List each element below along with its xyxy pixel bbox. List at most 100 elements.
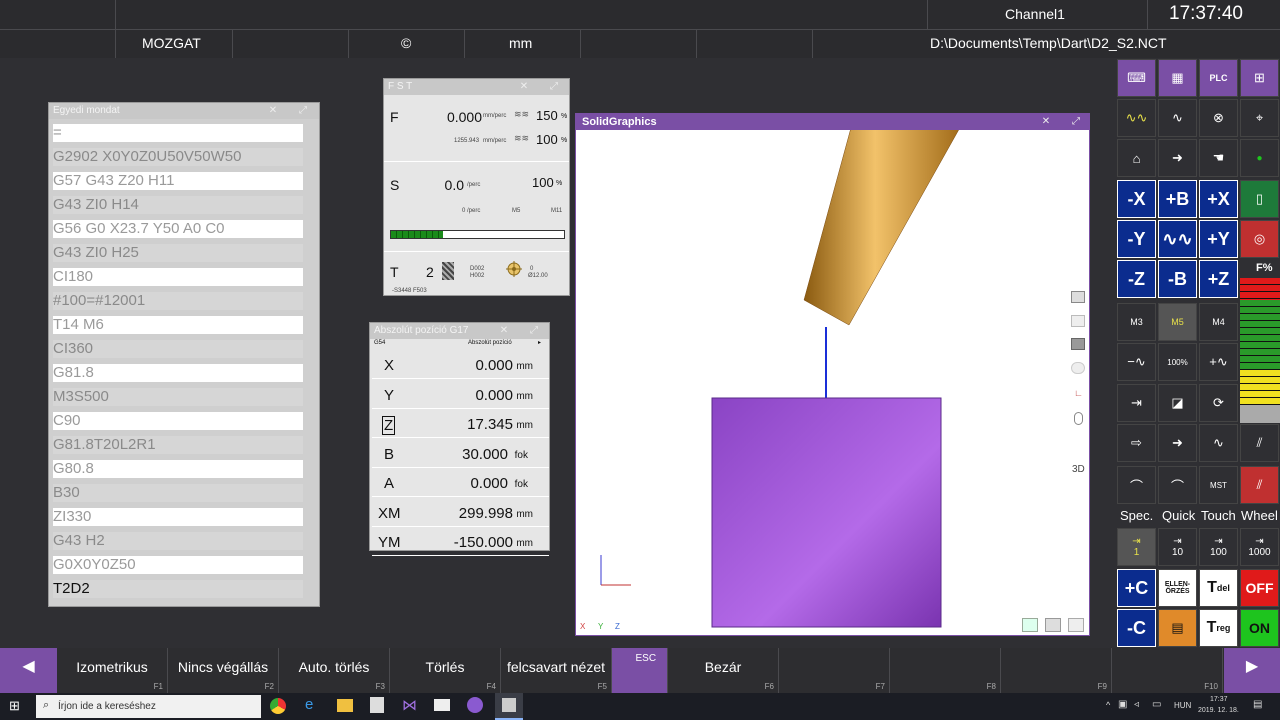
- axes-icon[interactable]: ∟: [1074, 388, 1083, 398]
- power-icon[interactable]: ▭: [1152, 699, 1161, 710]
- nc-program-line[interactable]: =: [53, 124, 303, 142]
- nc-program-line[interactable]: B30: [53, 484, 303, 502]
- step-10-button[interactable]: ⇥ 10: [1158, 528, 1197, 566]
- nc-program-line[interactable]: #100=#12001: [53, 292, 303, 310]
- store-icon[interactable]: [370, 697, 384, 713]
- eraser-icon[interactable]: [1022, 618, 1038, 632]
- expand-icon[interactable]: ⤢: [520, 323, 548, 339]
- single-block-icon[interactable]: ⇥: [1117, 384, 1156, 422]
- jog-x-minus-button[interactable]: -X: [1117, 180, 1156, 218]
- off-button[interactable]: OFF: [1240, 569, 1279, 607]
- quick-icon[interactable]: ⌒: [1158, 466, 1197, 504]
- ellenorzes-button[interactable]: ELLEN-ŐRZÉS: [1158, 569, 1197, 607]
- nc-program-line[interactable]: G2902 X0Y0Z0U50V50W50: [53, 148, 303, 166]
- nc-program-line[interactable]: CI180: [53, 268, 303, 286]
- taskbar-clock[interactable]: 17:37: [1210, 696, 1228, 703]
- softkey-empty[interactable]: F9: [1001, 648, 1112, 693]
- view-3d-label[interactable]: 3D: [1072, 464, 1085, 475]
- c-minus-button[interactable]: -C: [1117, 609, 1156, 647]
- taskbar-date[interactable]: 2019. 12. 18.: [1198, 707, 1239, 714]
- hatch-icon[interactable]: ⫽: [1240, 424, 1279, 462]
- hand-icon[interactable]: ☚: [1199, 139, 1238, 177]
- crosshair-icon[interactable]: ⌖: [1240, 99, 1279, 137]
- nc-program-line[interactable]: G57 G43 Z20 H11: [53, 172, 303, 190]
- wheel-hatch-icon[interactable]: ⫽: [1240, 466, 1279, 504]
- calculator-icon[interactable]: ▦: [1158, 59, 1197, 97]
- prev-page-button[interactable]: ◀: [0, 648, 57, 693]
- search-input[interactable]: Írjon ide a kereséshez: [36, 695, 261, 718]
- eraser-icon[interactable]: [1045, 618, 1061, 632]
- nc-program-line[interactable]: G43 ZI0 H25: [53, 244, 303, 262]
- shade-icon[interactable]: [1071, 315, 1085, 327]
- softkey-empty[interactable]: F7: [779, 648, 890, 693]
- jog-z-plus-button[interactable]: +Z: [1199, 260, 1238, 298]
- grid-icon[interactable]: ⊞: [1240, 59, 1279, 97]
- step-100-button[interactable]: ⇥ 100: [1199, 528, 1238, 566]
- visual-studio-icon[interactable]: ⋈: [402, 696, 417, 714]
- nc-program-line[interactable]: M3S500: [53, 388, 303, 406]
- view-icon[interactable]: [1071, 291, 1085, 303]
- next-page-button[interactable]: ▶: [1224, 648, 1280, 693]
- language-indicator[interactable]: HUN: [1174, 701, 1191, 710]
- softkey-empty[interactable]: F8: [890, 648, 1001, 693]
- spec-icon[interactable]: ⌒: [1117, 466, 1156, 504]
- jog-z-minus-button[interactable]: -Z: [1117, 260, 1156, 298]
- wave-icon[interactable]: ∿: [1199, 424, 1238, 462]
- arrow-right-icon[interactable]: ▸: [538, 339, 541, 346]
- arrow-right-icon[interactable]: ➜: [1158, 139, 1197, 177]
- jog-y-plus-button[interactable]: +Y: [1199, 220, 1238, 258]
- nc-program-line[interactable]: G80.8: [53, 460, 303, 478]
- expand-icon[interactable]: ⤢: [540, 79, 568, 95]
- skip-icon[interactable]: ⇨: [1117, 424, 1156, 462]
- tray-chevron-icon[interactable]: ^: [1106, 700, 1110, 710]
- m5-button[interactable]: M5: [1158, 303, 1197, 341]
- edge-icon[interactable]: e: [305, 696, 313, 713]
- chrome-icon[interactable]: [270, 698, 286, 714]
- step-1000-button[interactable]: ⇥ 1000: [1240, 528, 1279, 566]
- volume-icon[interactable]: ◃: [1134, 699, 1139, 710]
- c-plus-button[interactable]: +C: [1117, 569, 1156, 607]
- mail-icon[interactable]: [434, 699, 450, 711]
- cycle-start-icon[interactable]: ▯: [1240, 180, 1279, 218]
- app-icon[interactable]: [467, 697, 483, 713]
- override-100-button[interactable]: 100%: [1158, 343, 1197, 381]
- jog-rapid-button[interactable]: ∿∿: [1158, 220, 1197, 258]
- wave-icon[interactable]: ∿∿: [1117, 99, 1156, 137]
- expand-icon[interactable]: ⤢: [289, 103, 317, 119]
- dry-run-icon[interactable]: ◪: [1158, 384, 1197, 422]
- notification-icon[interactable]: ▤: [1253, 699, 1262, 710]
- network-icon[interactable]: ▣: [1118, 699, 1127, 710]
- jog-x-plus-button[interactable]: +X: [1199, 180, 1238, 218]
- mouse-icon[interactable]: [1074, 412, 1083, 425]
- optional-stop-icon[interactable]: ⟳: [1199, 384, 1238, 422]
- close-icon[interactable]: ✕: [1032, 114, 1060, 130]
- nc-program-line[interactable]: G81.8T20L2R1: [53, 436, 303, 454]
- nc-program-line[interactable]: C90: [53, 412, 303, 430]
- stamp-icon[interactable]: [1071, 362, 1085, 374]
- folder-icon[interactable]: [337, 699, 353, 712]
- override-plus-icon[interactable]: +∿: [1199, 343, 1238, 381]
- nc-program-line[interactable]: G0X0Y0Z50: [53, 556, 303, 574]
- jog-b-minus-button[interactable]: -B: [1158, 260, 1197, 298]
- t-reg-button[interactable]: Treg: [1199, 609, 1238, 647]
- softkey-bez-r[interactable]: Bezár F6: [668, 648, 779, 693]
- expand-icon[interactable]: ⤢: [1062, 114, 1090, 130]
- softkey-nincs-v-g-ll-s[interactable]: Nincs végállás F2: [168, 648, 279, 693]
- windows-start-icon[interactable]: ⊞: [9, 699, 23, 713]
- nc-program-line[interactable]: G43 ZI0 H14: [53, 196, 303, 214]
- nc-program-line[interactable]: CI360: [53, 340, 303, 358]
- wave-step-icon[interactable]: ∿: [1158, 99, 1197, 137]
- nc-program-line[interactable]: T2D2: [53, 580, 303, 598]
- mst-icon[interactable]: MST: [1199, 466, 1238, 504]
- nc-program-line[interactable]: G43 H2: [53, 532, 303, 550]
- position-mode[interactable]: Abszolút pozíció: [468, 340, 512, 346]
- graphics-viewport[interactable]: [576, 130, 1089, 635]
- softkey-t-rl-s[interactable]: Törlés F4: [390, 648, 501, 693]
- keyboard-icon[interactable]: ⌨: [1117, 59, 1156, 97]
- softkey-esc[interactable]: ESCF6: [612, 648, 668, 693]
- close-icon[interactable]: ✕: [510, 79, 538, 95]
- nc-program-line[interactable]: G56 G0 X23.7 Y50 A0 C0: [53, 220, 303, 238]
- jog-b-plus-button[interactable]: +B: [1158, 180, 1197, 218]
- nc-program-line[interactable]: G81.8: [53, 364, 303, 382]
- home-icon[interactable]: ⌂: [1117, 139, 1156, 177]
